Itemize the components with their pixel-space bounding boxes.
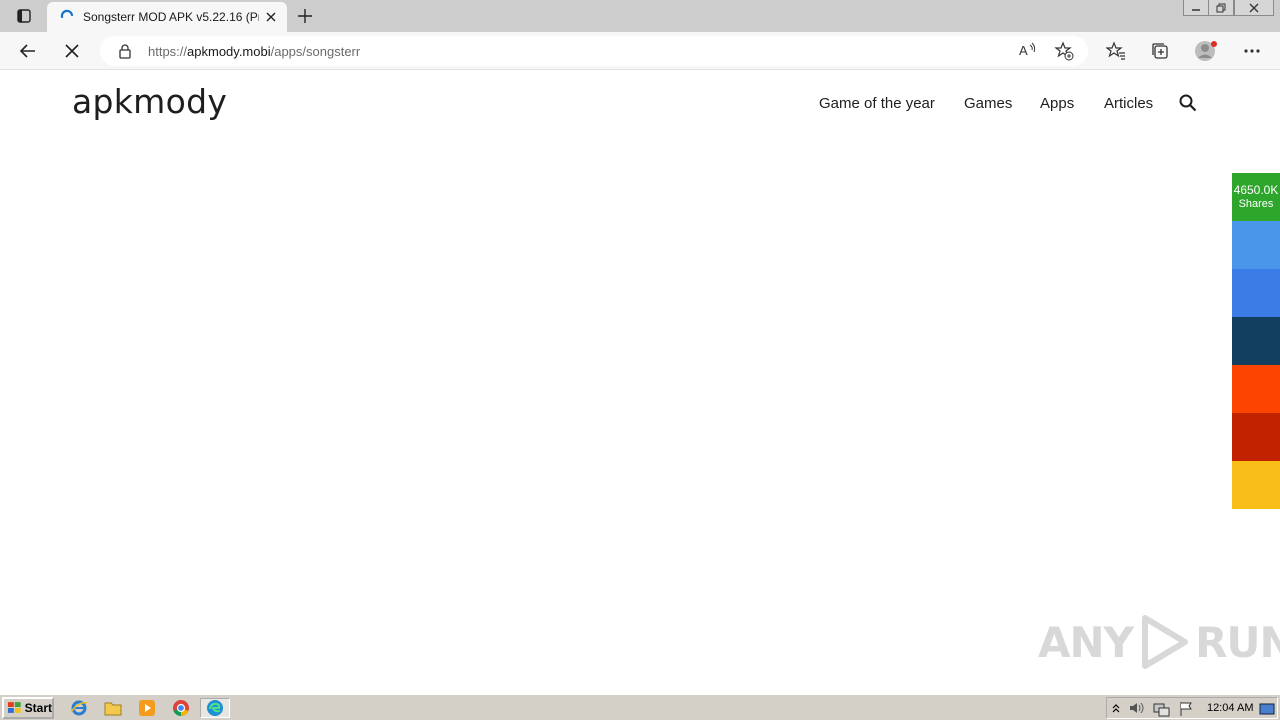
window-close-icon	[1249, 3, 1259, 12]
browser-tab-strip: Songsterr MOD APK v5.22.16 (Pre	[0, 0, 1280, 32]
tab-actions-button[interactable]	[8, 4, 40, 28]
restore-button[interactable]	[1208, 0, 1234, 16]
settings-more-button[interactable]	[1240, 39, 1264, 63]
favorites-icon	[1106, 41, 1125, 60]
taskbar-chrome[interactable]	[170, 698, 192, 718]
volume-icon[interactable]	[1129, 701, 1147, 715]
nav-game-of-the-year[interactable]: Game of the year	[819, 95, 935, 112]
windows-logo-icon	[7, 702, 21, 713]
active-tab[interactable]: Songsterr MOD APK v5.22.16 (Pre	[47, 2, 287, 32]
tab-actions-icon	[17, 9, 31, 23]
tab-close-button[interactable]	[263, 9, 279, 25]
share-button-1[interactable]	[1232, 221, 1280, 269]
share-count: 4650.0K	[1233, 183, 1279, 197]
new-tab-button[interactable]	[294, 5, 316, 27]
taskbar-explorer[interactable]	[102, 698, 124, 718]
network-icon[interactable]	[1153, 701, 1171, 717]
edge-icon	[207, 700, 223, 716]
svg-text:A: A	[1019, 43, 1028, 58]
nav-apps[interactable]: Apps	[1040, 95, 1074, 112]
loading-spinner-icon	[60, 9, 74, 19]
play-logo-icon	[1142, 615, 1189, 669]
url-path: /apps/songsterr	[270, 44, 361, 59]
star-add-icon	[1054, 41, 1074, 61]
watermark-text-right: RUN	[1195, 617, 1280, 667]
share-button-3[interactable]	[1232, 317, 1280, 365]
url-text[interactable]: https://apkmody.mobi/apps/songsterr	[148, 44, 360, 59]
clock: 12:04 AM	[1207, 702, 1254, 714]
internet-explorer-icon	[70, 700, 88, 716]
more-dots-icon	[1244, 49, 1260, 53]
window-close-button[interactable]	[1234, 0, 1274, 16]
media-player-icon	[139, 700, 155, 716]
stop-loading-button[interactable]	[60, 39, 84, 63]
flag-icon[interactable]	[1179, 701, 1195, 717]
share-button-6[interactable]	[1232, 461, 1280, 509]
close-icon	[266, 12, 276, 22]
back-button[interactable]	[16, 39, 40, 63]
stop-x-icon	[65, 44, 79, 58]
plus-icon	[298, 9, 312, 23]
watermark-text-left: ANY	[1038, 617, 1134, 667]
restore-icon	[1216, 3, 1226, 12]
avatar-icon	[1195, 41, 1217, 61]
taskbar-ie[interactable]	[68, 698, 90, 718]
start-button[interactable]: Start	[2, 697, 54, 719]
show-desktop-icon[interactable]	[1259, 702, 1275, 716]
site-logo[interactable]: apkmody	[72, 82, 227, 121]
minimize-button[interactable]	[1183, 0, 1209, 16]
anyrun-watermark: ANY RUN	[1038, 612, 1280, 672]
favorites-button[interactable]	[1104, 39, 1128, 63]
share-button-5[interactable]	[1232, 413, 1280, 461]
system-tray: 12:04 AM	[1106, 697, 1278, 719]
nav-articles[interactable]: Articles	[1104, 95, 1153, 112]
back-arrow-icon	[19, 44, 35, 58]
profile-button[interactable]	[1194, 39, 1218, 63]
collections-icon	[1152, 43, 1168, 59]
search-button[interactable]	[1178, 93, 1198, 113]
add-favorite-button[interactable]	[1054, 41, 1076, 61]
nav-games[interactable]: Games	[964, 95, 1012, 112]
taskbar: Start 12:04 AM	[0, 694, 1280, 720]
address-bar[interactable]: https://apkmody.mobi/apps/songsterr A	[100, 36, 1088, 66]
url-prefix: https://	[148, 44, 188, 59]
collections-button[interactable]	[1148, 39, 1172, 63]
url-host: apkmody.mobi	[187, 44, 271, 59]
folder-icon	[104, 702, 122, 716]
tab-title: Songsterr MOD APK v5.22.16 (Pre	[83, 10, 259, 24]
browser-toolbar: https://apkmody.mobi/apps/songsterr A	[0, 32, 1280, 70]
taskbar-edge[interactable]	[200, 698, 230, 718]
search-icon	[1179, 94, 1197, 112]
read-aloud-button[interactable]: A	[1018, 41, 1040, 61]
taskbar-media-player[interactable]	[136, 698, 158, 718]
tray-expand-icon[interactable]	[1111, 701, 1121, 715]
read-aloud-icon: A	[1019, 42, 1036, 58]
minimize-icon	[1192, 8, 1200, 11]
share-label: Shares	[1238, 198, 1274, 210]
start-label: Start	[24, 701, 52, 715]
share-button-2[interactable]	[1232, 269, 1280, 317]
share-sidebar: 4650.0K Shares	[1232, 173, 1280, 509]
share-count-box: 4650.0K Shares	[1232, 173, 1280, 221]
lock-icon	[119, 44, 131, 59]
chrome-icon	[173, 700, 189, 717]
share-button-4[interactable]	[1232, 365, 1280, 413]
